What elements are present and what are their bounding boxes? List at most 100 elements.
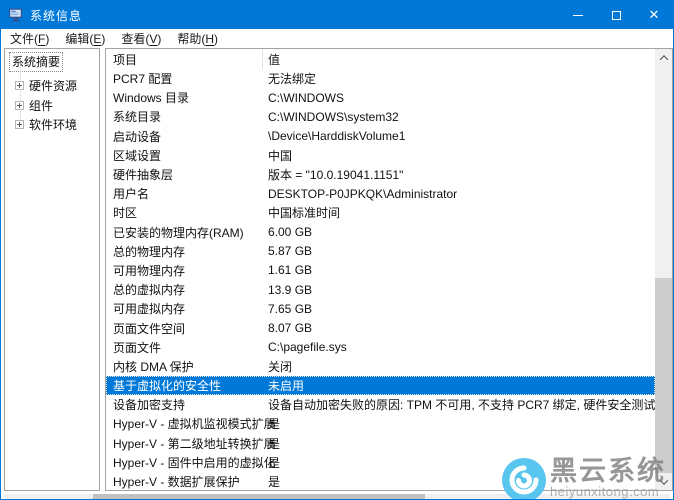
tree-item[interactable]: 软件环境	[15, 115, 99, 135]
value-cell: 7.65 GB	[263, 302, 655, 316]
table-row[interactable]: 页面文件空间 8.07 GB	[106, 318, 655, 337]
scroll-down-button[interactable]	[655, 473, 672, 490]
value-cell: C:\pagefile.sys	[263, 340, 655, 354]
expand-plus-icon[interactable]	[15, 81, 24, 90]
item-cell: 可用物理内存	[106, 262, 263, 279]
value-cell: 是	[263, 415, 655, 432]
menu-item[interactable]: 帮助(H)	[169, 30, 226, 48]
vertical-scrollbar-thumb[interactable]	[655, 278, 672, 473]
column-header-value[interactable]: 值	[263, 51, 655, 68]
value-cell: 无法绑定	[263, 70, 655, 87]
value-cell: 5.87 GB	[263, 244, 655, 258]
value-cell: 未启用	[263, 377, 655, 394]
tree-item[interactable]: 组件	[15, 96, 99, 116]
table-row[interactable]: 总的物理内存 5.87 GB	[106, 242, 655, 261]
tree-item-label: 硬件资源	[29, 77, 77, 94]
item-cell: 页面文件空间	[106, 320, 263, 337]
item-cell: 可用虚拟内存	[106, 300, 263, 317]
scroll-up-button[interactable]	[655, 49, 672, 66]
value-cell: C:\WINDOWS\system32	[263, 110, 655, 124]
expand-plus-icon[interactable]	[15, 101, 24, 110]
caption-buttons: ✕	[559, 1, 673, 29]
window-title: 系统信息	[30, 7, 82, 24]
table-row[interactable]: 设备加密支持 设备自动加密失败的原因: TPM 不可用, 不支持 PCR7 绑定…	[106, 395, 655, 414]
table-row[interactable]: 已安装的物理内存(RAM) 6.00 GB	[106, 223, 655, 242]
table-row[interactable]: 硬件抽象层 版本 = "10.0.19041.1151"	[106, 165, 655, 184]
value-cell: 是	[263, 435, 655, 452]
value-cell: DESKTOP-P0JPKQK\Administrator	[263, 187, 655, 201]
value-cell: 关闭	[263, 358, 655, 375]
table-row[interactable]: PCR7 配置 无法绑定	[106, 69, 655, 88]
item-cell: 时区	[106, 204, 263, 221]
menu-item[interactable]: 文件(F)	[2, 30, 57, 48]
value-cell: 是	[263, 454, 655, 471]
table-row[interactable]: Hyper-V - 固件中启用的虚拟化 是	[106, 453, 655, 472]
item-cell: Hyper-V - 虚拟机监视模式扩展	[106, 415, 263, 432]
minimize-icon	[573, 15, 583, 16]
table-row[interactable]: 内核 DMA 保护 关闭	[106, 357, 655, 376]
table-row[interactable]: Hyper-V - 数据扩展保护 是	[106, 472, 655, 491]
item-cell: 区域设置	[106, 147, 263, 164]
item-cell: Windows 目录	[106, 89, 263, 106]
value-cell: 8.07 GB	[263, 321, 655, 335]
item-cell: 设备加密支持	[106, 396, 263, 413]
value-cell: 设备自动加密失败的原因: TPM 不可用, 不支持 PCR7 绑定, 硬件安全测…	[263, 396, 655, 413]
item-cell: 总的虚拟内存	[106, 281, 263, 298]
table-row[interactable]: Hyper-V - 第二级地址转换扩展 是	[106, 434, 655, 453]
menu-bar: 文件(F)编辑(E)查看(V)帮助(H)	[1, 29, 673, 48]
item-cell: Hyper-V - 第二级地址转换扩展	[106, 435, 263, 452]
horizontal-scrollbar-thumb[interactable]	[93, 494, 425, 500]
tree-item-system-summary[interactable]: 系统摘要	[9, 52, 63, 72]
table-row[interactable]: 可用物理内存 1.61 GB	[106, 261, 655, 280]
expand-plus-icon[interactable]	[15, 120, 24, 129]
menu-item[interactable]: 查看(V)	[113, 30, 169, 48]
value-cell: 6.00 GB	[263, 225, 655, 239]
item-cell: 总的物理内存	[106, 243, 263, 260]
title-bar: 系统信息 ✕	[1, 1, 673, 29]
table-row[interactable]: 基于虚拟化的安全性 未启用	[106, 376, 655, 395]
item-cell: 已安装的物理内存(RAM)	[106, 224, 263, 241]
value-cell: 1.61 GB	[263, 263, 655, 277]
tree-item-label: 组件	[29, 97, 53, 114]
item-cell: 硬件抽象层	[106, 166, 263, 183]
table-row[interactable]: 启动设备 \Device\HarddiskVolume1	[106, 127, 655, 146]
table-row[interactable]: 用户名 DESKTOP-P0JPKQK\Administrator	[106, 184, 655, 203]
table-row[interactable]: 可用虚拟内存 7.65 GB	[106, 299, 655, 318]
value-cell: 中国标准时间	[263, 204, 655, 221]
item-cell: Hyper-V - 固件中启用的虚拟化	[106, 454, 263, 471]
horizontal-scrollbar[interactable]	[4, 494, 670, 500]
list-header-row: 项目 值	[106, 49, 655, 69]
minimize-button[interactable]	[559, 1, 597, 29]
chevron-down-icon	[659, 476, 667, 484]
item-cell: PCR7 配置	[106, 70, 263, 87]
maximize-button[interactable]	[597, 1, 635, 29]
table-row[interactable]: Hyper-V - 虚拟机监视模式扩展 是	[106, 414, 655, 433]
table-row[interactable]: 区域设置 中国	[106, 146, 655, 165]
value-cell: 是	[263, 473, 655, 490]
maximize-icon	[612, 11, 621, 20]
table-row[interactable]: 时区 中国标准时间	[106, 203, 655, 222]
table-row[interactable]: 系统目录 C:\WINDOWS\system32	[106, 107, 655, 126]
tree-item-label: 软件环境	[29, 116, 77, 133]
item-cell: 启动设备	[106, 128, 263, 145]
close-button[interactable]: ✕	[635, 1, 673, 29]
chevron-up-icon	[659, 55, 667, 63]
menu-item[interactable]: 编辑(E)	[57, 30, 113, 48]
table-row[interactable]: Windows 目录 C:\WINDOWS	[106, 88, 655, 107]
msinfo-app-icon	[8, 7, 24, 23]
value-cell: 中国	[263, 147, 655, 164]
item-cell: Hyper-V - 数据扩展保护	[106, 473, 263, 490]
table-row[interactable]: 总的虚拟内存 13.9 GB	[106, 280, 655, 299]
item-cell: 用户名	[106, 185, 263, 202]
category-tree-pane: 系统摘要 硬件资源组件软件环境	[4, 48, 100, 491]
item-cell: 内核 DMA 保护	[106, 358, 263, 375]
table-row[interactable]: 页面文件 C:\pagefile.sys	[106, 338, 655, 357]
details-list-pane: 项目 值 PCR7 配置 无法绑定 Windows 目录 C:\WINDOWS …	[105, 48, 673, 491]
item-cell: 页面文件	[106, 339, 263, 356]
item-cell: 系统目录	[106, 108, 263, 125]
vertical-scrollbar[interactable]	[655, 49, 672, 490]
item-cell: 基于虚拟化的安全性	[106, 377, 263, 394]
column-header-item[interactable]: 项目	[106, 49, 263, 69]
value-cell: 版本 = "10.0.19041.1151"	[263, 166, 655, 183]
tree-item[interactable]: 硬件资源	[15, 76, 99, 96]
